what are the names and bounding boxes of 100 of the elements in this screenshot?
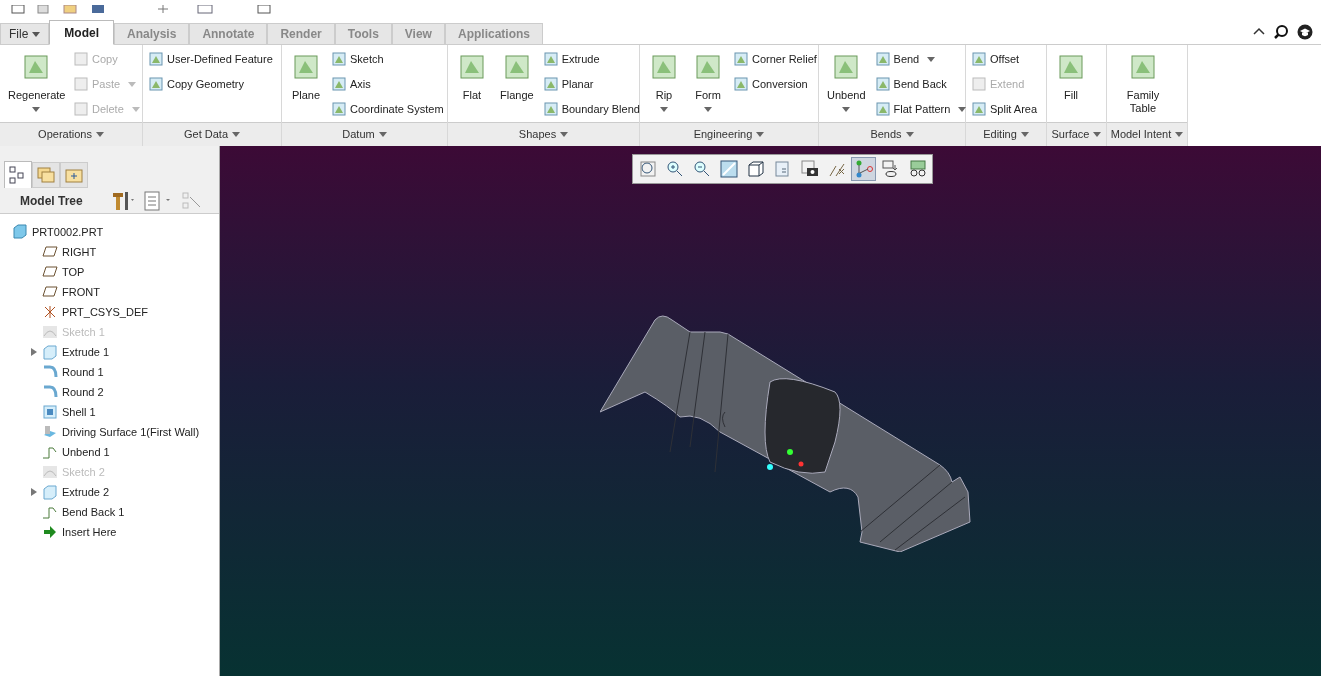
ribbon-button[interactable]: Corner Relief bbox=[734, 49, 817, 69]
tool-icon bbox=[875, 52, 890, 66]
group-menu[interactable]: Operations bbox=[0, 122, 142, 146]
file-menu[interactable]: File bbox=[0, 23, 50, 45]
ribbon-button[interactable]: Flat Pattern bbox=[875, 99, 967, 119]
refit-icon bbox=[637, 159, 658, 179]
disabled-tool-icon bbox=[74, 102, 88, 116]
tool-icon bbox=[149, 77, 163, 91]
ribbon-button[interactable]: Regenerate bbox=[6, 49, 66, 122]
display-style-icon bbox=[745, 159, 766, 179]
caret-icon[interactable] bbox=[378, 132, 387, 137]
caret-icon[interactable] bbox=[560, 132, 569, 137]
ribbon-button[interactable]: Flat bbox=[454, 49, 490, 122]
collapse-ribbon-icon[interactable] bbox=[1253, 27, 1265, 37]
caret-icon[interactable] bbox=[1175, 132, 1184, 137]
ribbon-tab[interactable]: Model bbox=[49, 20, 114, 45]
bend-icon bbox=[42, 444, 58, 460]
caret-icon[interactable] bbox=[927, 56, 936, 62]
solid-icon bbox=[42, 344, 58, 360]
ribbon-button[interactable]: Offset bbox=[972, 49, 1038, 69]
ribbon-button[interactable]: Fill bbox=[1053, 49, 1089, 122]
ribbon-button[interactable]: Family Table bbox=[1113, 49, 1173, 122]
group-menu[interactable]: Get Data bbox=[143, 122, 281, 146]
ribbon-button[interactable]: Conversion bbox=[734, 74, 817, 94]
tree-item[interactable]: Shell 1 bbox=[62, 403, 96, 421]
ribbon-button[interactable]: Bend bbox=[875, 49, 967, 69]
tool-icon bbox=[875, 77, 890, 91]
group-menu[interactable]: Bends bbox=[819, 122, 965, 146]
plane-icon bbox=[42, 264, 58, 280]
group-menu[interactable]: Engineering bbox=[640, 122, 818, 146]
ribbon-button[interactable]: Copy Geometry bbox=[149, 74, 273, 94]
tool-icon bbox=[734, 77, 748, 91]
caret-icon[interactable] bbox=[1093, 132, 1102, 137]
tools-icon[interactable] bbox=[110, 190, 135, 211]
ribbon-button[interactable]: Extrude bbox=[543, 49, 640, 69]
tool-icon bbox=[543, 77, 558, 91]
ribbon-button[interactable]: Unbend bbox=[825, 49, 868, 122]
tool-icon bbox=[734, 52, 748, 66]
search-icon[interactable] bbox=[1273, 24, 1289, 40]
tool-icon bbox=[972, 102, 986, 116]
ribbon-button[interactable]: Planar bbox=[543, 74, 640, 94]
tree-item[interactable]: TOP bbox=[62, 263, 85, 281]
tree-item[interactable]: PRT_CSYS_DEF bbox=[62, 303, 148, 321]
view-glasses-icon bbox=[907, 159, 928, 179]
panel-title: Model Tree bbox=[20, 192, 83, 210]
ribbon-button[interactable]: Split Area bbox=[972, 99, 1038, 119]
sketch-icon bbox=[42, 324, 58, 340]
solid-icon bbox=[42, 484, 58, 500]
tree-item[interactable]: Round 1 bbox=[62, 363, 104, 381]
group-menu[interactable]: Editing bbox=[966, 122, 1046, 146]
sketch-icon bbox=[42, 464, 58, 480]
tree-item[interactable]: Round 2 bbox=[62, 383, 104, 401]
navigator-tab[interactable] bbox=[4, 161, 32, 189]
plane-icon bbox=[42, 284, 58, 300]
zoom-out-icon bbox=[691, 159, 712, 179]
tree-item[interactable]: Insert Here bbox=[62, 523, 117, 541]
ribbon-button[interactable]: Plane bbox=[288, 49, 324, 122]
ribbon-button[interactable]: Coordinate System bbox=[332, 99, 444, 119]
tree-item[interactable]: PRT0002.PRT bbox=[32, 223, 104, 241]
caret-icon[interactable] bbox=[842, 107, 851, 112]
help-cap-icon[interactable] bbox=[1297, 24, 1313, 40]
tree-item[interactable]: Bend Back 1 bbox=[62, 503, 125, 521]
caret-icon[interactable] bbox=[95, 132, 104, 137]
ribbon-button[interactable]: Flange bbox=[498, 49, 536, 122]
caret-icon[interactable] bbox=[905, 132, 914, 137]
disabled-tool-icon bbox=[74, 52, 88, 66]
ribbon-button[interactable]: Form bbox=[690, 49, 726, 122]
tree-item[interactable]: Driving Surface 1(First Wall) bbox=[62, 423, 200, 441]
group-menu[interactable]: Surface bbox=[1047, 122, 1106, 146]
caret-icon[interactable] bbox=[704, 107, 712, 112]
ribbon-button[interactable]: Boundary Blend bbox=[543, 99, 640, 119]
csys-icon bbox=[42, 304, 58, 320]
disabled-tool-icon bbox=[74, 77, 88, 91]
tree-item[interactable]: Extrude 2 bbox=[62, 483, 110, 501]
group-menu[interactable]: Shapes bbox=[448, 122, 639, 146]
caret-icon[interactable] bbox=[660, 107, 668, 112]
caret-icon[interactable] bbox=[32, 107, 40, 112]
expand-arrow-icon[interactable] bbox=[30, 488, 38, 496]
ribbon-button[interactable]: Sketch bbox=[332, 49, 444, 69]
view-camera-icon bbox=[799, 159, 820, 179]
tree-item[interactable]: FRONT bbox=[62, 283, 100, 301]
caret-icon[interactable] bbox=[32, 31, 41, 37]
tree-item[interactable]: Extrude 1 bbox=[62, 343, 110, 361]
caret-icon[interactable] bbox=[232, 132, 240, 137]
tool-icon bbox=[875, 102, 890, 116]
tree-item[interactable]: RIGHT bbox=[62, 243, 97, 261]
zoom-in-icon bbox=[664, 159, 685, 179]
caret-icon[interactable] bbox=[756, 132, 765, 137]
group-menu[interactable]: Datum bbox=[282, 122, 447, 146]
expand-arrow-icon[interactable] bbox=[30, 348, 38, 356]
caret-icon[interactable] bbox=[958, 106, 967, 112]
ribbon-button[interactable]: Bend Back bbox=[875, 74, 967, 94]
tool-icon bbox=[332, 52, 346, 66]
ribbon-button[interactable]: Axis bbox=[332, 74, 444, 94]
caret-icon[interactable] bbox=[1020, 132, 1029, 137]
bend-icon bbox=[42, 504, 58, 520]
tree-item[interactable]: Unbend 1 bbox=[62, 443, 110, 461]
ribbon-button[interactable]: Rip bbox=[646, 49, 682, 122]
group-menu[interactable]: Model Intent bbox=[1107, 122, 1187, 146]
ribbon-button[interactable]: User-Defined Feature bbox=[149, 49, 273, 69]
